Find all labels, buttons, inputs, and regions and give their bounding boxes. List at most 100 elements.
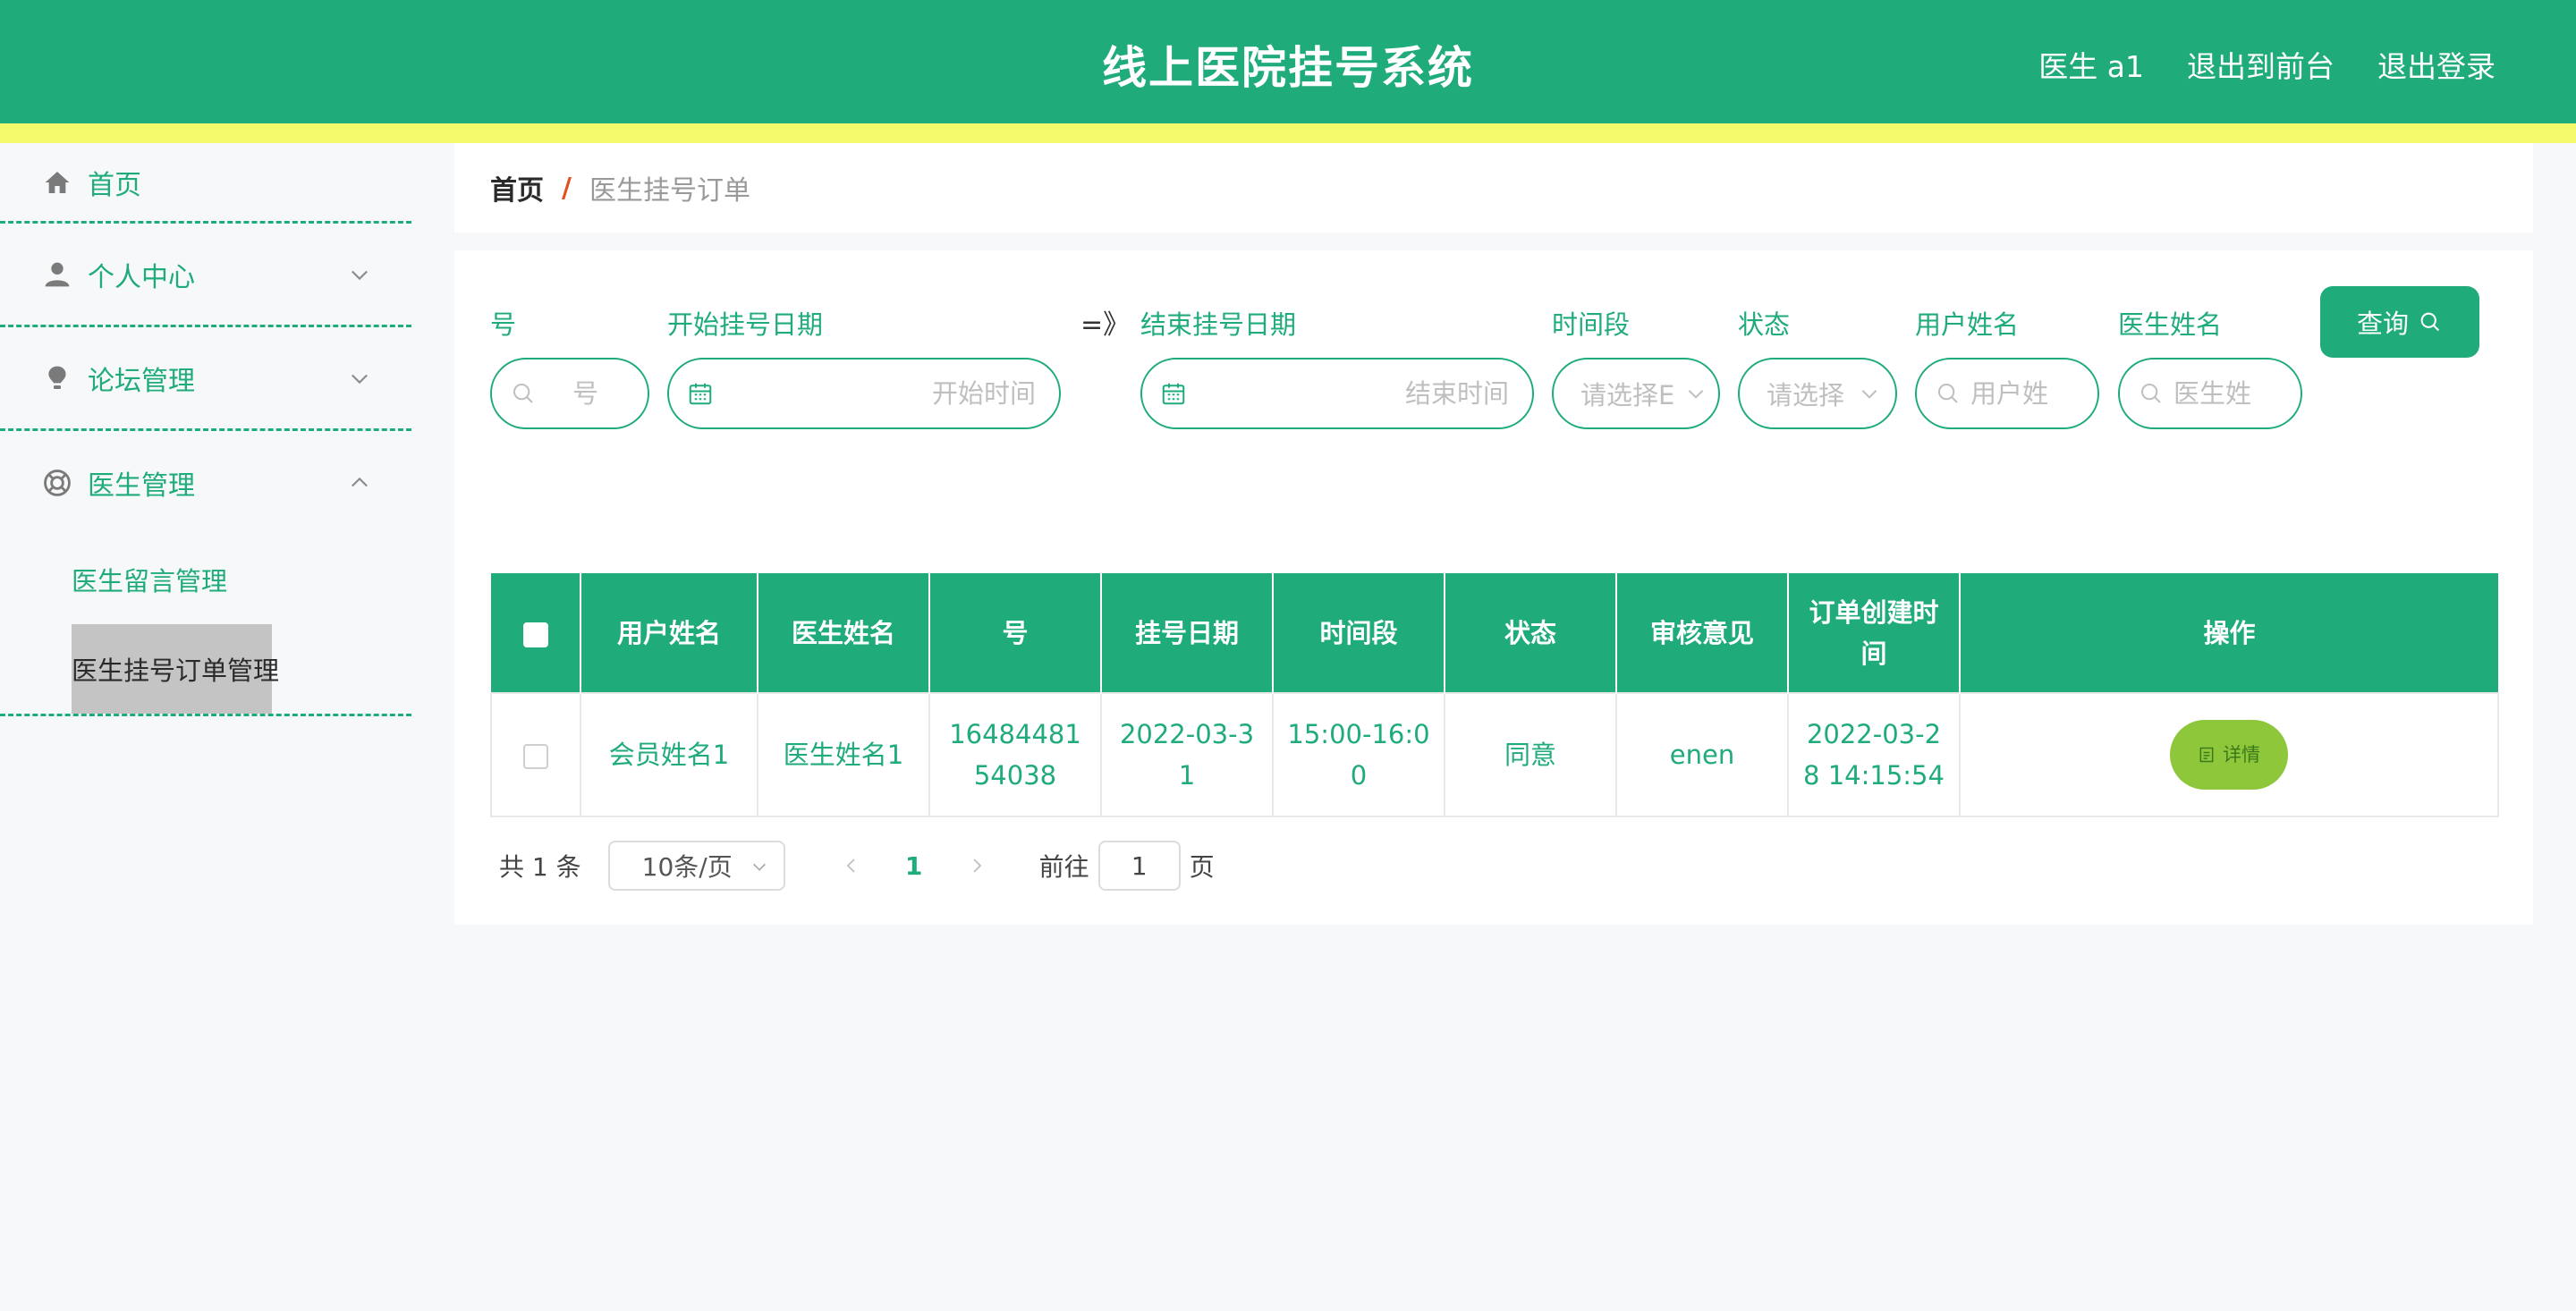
sidebar: 首页 个人中心 论坛管理 医生管理 医生留言管理 医生挂号订单管理 <box>0 143 411 1311</box>
calendar-icon <box>689 383 712 405</box>
chevron-left-icon <box>846 858 855 873</box>
start-date-field[interactable] <box>667 358 1061 429</box>
cell-date: 2022-03-31 <box>1100 692 1274 817</box>
page-suffix: 页 <box>1189 852 1215 882</box>
sidebar-item-label: 论坛管理 <box>88 365 195 397</box>
document-icon <box>2199 747 2214 763</box>
search-icon <box>513 384 533 403</box>
bulb-icon <box>41 362 73 394</box>
cell-opinion: enen <box>1615 692 1789 817</box>
sidebar-subitem-doctor-orders[interactable]: 医生挂号订单管理 <box>0 624 411 714</box>
chevron-right-icon <box>972 858 981 873</box>
row-select-cell <box>490 692 581 817</box>
breadcrumb-separator: / <box>562 172 572 204</box>
goto-label: 前往 <box>1038 852 1089 882</box>
page-number-current[interactable]: 1 <box>878 851 950 881</box>
cell-number: 1648448154038 <box>928 692 1102 817</box>
search-icon <box>2420 312 2440 332</box>
sidebar-item-home[interactable]: 首页 <box>0 143 411 224</box>
chevron-down-icon <box>752 863 766 871</box>
logout-link[interactable]: 退出登录 <box>2377 43 2496 86</box>
doctor-name-label: 医生姓名 <box>2118 309 2223 340</box>
cell-status: 同意 <box>1444 692 1617 817</box>
user-name-input[interactable] <box>1970 378 2097 409</box>
chevron-down-icon <box>352 270 368 280</box>
user-icon <box>41 258 73 291</box>
end-date-input[interactable] <box>1250 378 1518 409</box>
header-accent-stripe <box>0 123 2576 143</box>
sidebar-item-forum[interactable]: 论坛管理 <box>0 327 411 431</box>
column-header: 医生姓名 <box>758 573 930 693</box>
chevron-up-icon <box>352 477 368 487</box>
user-name-label: 用户姓名 <box>1915 309 2020 340</box>
table-row: 会员姓名1 医生姓名1 1648448154038 2022-03-31 15:… <box>490 692 2499 817</box>
next-page-button[interactable] <box>950 855 1004 876</box>
detail-button-label: 详情 <box>2223 744 2260 765</box>
query-button[interactable]: 查询 <box>2320 286 2479 358</box>
search-icon <box>1938 384 1958 403</box>
chevron-down-icon <box>1688 390 1704 399</box>
cell-period: 15:00-16:00 <box>1272 692 1445 817</box>
number-filter-field[interactable] <box>490 358 649 429</box>
number-filter-input[interactable] <box>546 378 648 409</box>
detail-button[interactable]: 详情 <box>2170 720 2288 790</box>
end-date-label: 结束挂号日期 <box>1140 309 1297 340</box>
doctor-management-submenu: 医生留言管理 医生挂号订单管理 <box>0 535 411 716</box>
period-label: 时间段 <box>1552 309 1631 340</box>
start-date-label: 开始挂号日期 <box>667 309 824 340</box>
sidebar-item-label: 个人中心 <box>88 261 195 293</box>
column-header: 号 <box>929 573 1102 693</box>
select-all-cell <box>491 573 581 693</box>
pagination: 共 1 条 10条/页 1 前往 1 页 <box>499 841 1215 891</box>
doctor-name-input[interactable] <box>2174 378 2301 409</box>
cell-doctor-name: 医生姓名1 <box>757 692 930 817</box>
home-icon <box>41 166 73 199</box>
breadcrumb: 首页 / 医生挂号订单 <box>454 143 2533 233</box>
sidebar-subitem-doctor-messages[interactable]: 医生留言管理 <box>0 535 411 624</box>
row-checkbox[interactable] <box>523 744 548 769</box>
end-date-field[interactable] <box>1140 358 1534 429</box>
doctor-name-field[interactable] <box>2118 358 2302 429</box>
breadcrumb-current: 医生挂号订单 <box>589 175 750 207</box>
sidebar-item-label: 首页 <box>88 169 141 201</box>
column-header: 审核意见 <box>1616 573 1789 693</box>
page-size-select[interactable]: 10条/页 <box>607 841 785 891</box>
column-header: 操作 <box>1960 573 2498 693</box>
chevron-down-icon <box>1861 390 1877 399</box>
column-header: 用户姓名 <box>580 573 758 693</box>
top-header: 线上医院挂号系统 医生 a1 退出到前台 退出登录 <box>0 0 2576 123</box>
period-placeholder: 请选择E <box>1580 380 1675 410</box>
breadcrumb-home[interactable]: 首页 <box>490 168 544 207</box>
current-user-link[interactable]: 医生 a1 <box>2038 43 2144 86</box>
status-placeholder: 请选择 <box>1767 380 1845 410</box>
sidebar-subitem-label: 医生挂号订单管理 <box>72 624 279 714</box>
sidebar-item-personal-center[interactable]: 个人中心 <box>0 224 411 327</box>
search-icon <box>2141 384 2161 403</box>
cell-actions: 详情 <box>1959 692 2499 817</box>
lifebuoy-icon <box>41 467 73 499</box>
user-name-field[interactable] <box>1915 358 2099 429</box>
status-label: 状态 <box>1738 309 1791 340</box>
status-select[interactable]: 请选择 <box>1738 358 1897 429</box>
select-all-checkbox[interactable] <box>522 622 548 647</box>
header-links: 医生 a1 退出到前台 退出登录 <box>2038 43 2496 86</box>
pagination-total: 共 1 条 <box>499 852 581 882</box>
start-date-input[interactable] <box>776 378 1045 409</box>
sidebar-item-doctor-management[interactable]: 医生管理 <box>0 431 411 535</box>
query-button-label: 查询 <box>2356 309 2409 339</box>
cell-created: 2022-03-28 14:15:54 <box>1787 692 1961 817</box>
prev-page-button[interactable] <box>825 855 878 876</box>
goto-page-input[interactable]: 1 <box>1097 841 1181 891</box>
column-header: 挂号日期 <box>1101 573 1274 693</box>
calendar-icon <box>1162 383 1185 405</box>
number-filter-label: 号 <box>490 309 517 340</box>
chevron-down-icon <box>352 374 368 384</box>
page-size-value: 10条/页 <box>641 852 733 882</box>
period-select[interactable]: 请选择E <box>1552 358 1720 429</box>
back-to-frontend-link[interactable]: 退出到前台 <box>2187 43 2334 86</box>
column-header: 订单创建时间 <box>1788 573 1961 693</box>
orders-table: 用户姓名 医生姓名 号 挂号日期 时间段 状态 审核意见 订单创建时间 操作 会… <box>490 573 2499 817</box>
sidebar-item-label: 医生管理 <box>88 470 195 502</box>
cell-user-name: 会员姓名1 <box>580 692 758 817</box>
column-header: 状态 <box>1445 573 1617 693</box>
